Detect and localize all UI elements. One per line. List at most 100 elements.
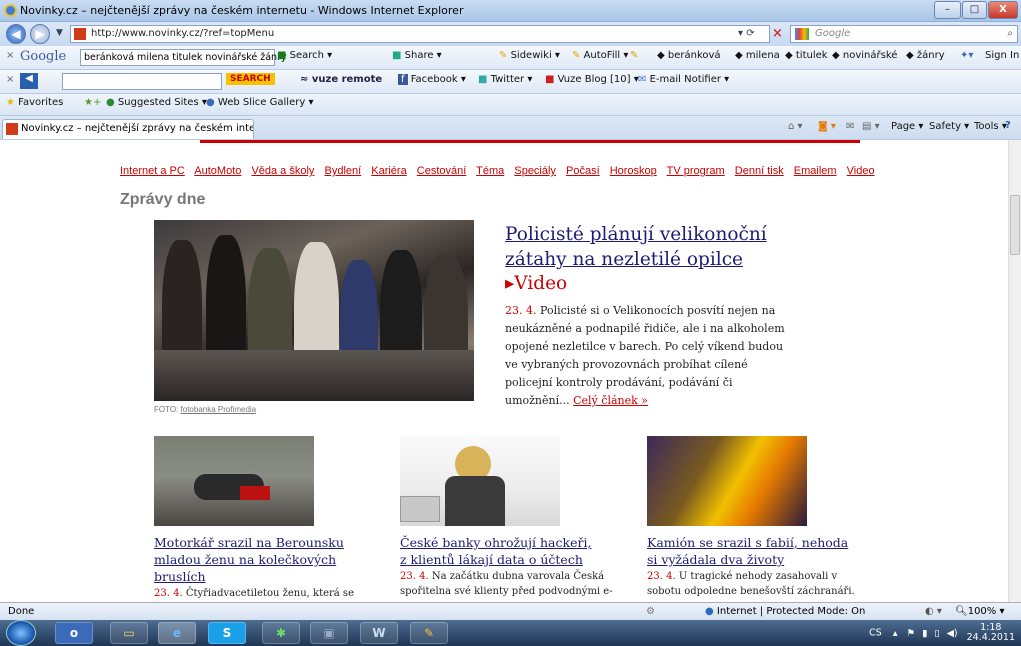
stop-icon[interactable]: × (772, 26, 783, 41)
highlight-term[interactable]: ◆ beránková (657, 50, 721, 61)
vuze-blog-button[interactable]: ■ Vuze Blog [10] ▾ (545, 74, 639, 85)
wrench-icon[interactable]: ✦▾ (960, 50, 973, 61)
nav-link[interactable]: Denní tisk (735, 165, 784, 177)
article-photo[interactable] (400, 436, 560, 526)
network-icon[interactable]: ▮ (922, 628, 927, 639)
clock[interactable]: 1:18 24.4.2011 (967, 623, 1015, 643)
close-toolbar-icon[interactable]: × (6, 74, 14, 85)
home-icon[interactable]: ⌂ ▾ (788, 121, 803, 132)
highlight-term[interactable]: ◆ milena (735, 50, 780, 61)
maximize-button[interactable]: □ (962, 1, 987, 19)
volume-icon[interactable]: ◀) (947, 628, 958, 639)
read-more-link[interactable]: Celý článek » (573, 394, 648, 407)
highlight-term[interactable]: ◆ žánry (906, 50, 945, 61)
flag-icon[interactable]: ⚑ (907, 628, 916, 639)
skype-taskbar-icon[interactable]: S (208, 622, 246, 644)
main-article-photo[interactable] (154, 220, 474, 401)
explorer-taskbar-icon[interactable]: ▭ (110, 622, 148, 644)
twitter-button[interactable]: ■ Twitter ▾ (478, 74, 532, 85)
close-toolbar-icon[interactable]: × (6, 50, 14, 61)
search-box[interactable]: Google ⌕ (790, 25, 1018, 43)
nav-link[interactable]: Počasí (566, 165, 600, 177)
addon-icon[interactable]: ⚙ (646, 606, 655, 617)
history-dropdown-icon[interactable]: ▼ (56, 28, 63, 38)
email-notifier-button[interactable]: ✉ E-mail Notifier ▾ (638, 74, 729, 85)
autofill-icon: ✎ (572, 50, 581, 61)
close-button[interactable]: X (988, 1, 1018, 19)
page-menu[interactable]: Page ▾ (891, 121, 923, 132)
vuze-search-input[interactable] (62, 73, 222, 90)
highlighter-icon[interactable]: ✎ (630, 50, 638, 61)
tray-arrow-icon[interactable]: ▴ (893, 628, 898, 639)
outlook-taskbar-icon[interactable]: o (55, 622, 93, 644)
nav-link[interactable]: Téma (476, 165, 504, 177)
highlight-term[interactable]: ◆ novinářské (832, 50, 897, 61)
nav-link[interactable]: Věda a školy (251, 165, 314, 177)
nav-link[interactable]: Video (847, 165, 875, 177)
address-url: http://www.novinky.cz/?ref=topMenu (91, 28, 275, 39)
word-taskbar-icon[interactable]: W (360, 622, 398, 644)
nav-link[interactable]: Cestování (417, 165, 467, 177)
print-icon[interactable]: ▤ ▾ (862, 121, 880, 132)
facebook-button[interactable]: f Facebook ▾ (398, 74, 466, 85)
sign-in-link[interactable]: Sign In (985, 50, 1019, 61)
web-slice-gallery-button[interactable]: ● Web Slice Gallery ▾ (206, 97, 313, 108)
zoom-control[interactable]: 🔍︎100% ▾ (955, 606, 1005, 617)
search-button-label: Search (289, 50, 324, 61)
nav-link[interactable]: Horoskop (610, 165, 657, 177)
google-query-input[interactable]: beránková milena titulek novinářské žánr… (80, 49, 287, 66)
language-indicator[interactable]: CS (869, 628, 882, 639)
main-article-headline[interactable]: Policisté plánují velikonoční zátahy na … (505, 222, 795, 272)
highlight-term[interactable]: ◆ titulek (785, 50, 828, 61)
power-icon[interactable]: ▯ (934, 628, 939, 639)
autofill-button[interactable]: ✎ AutoFill ▾ (572, 50, 628, 61)
forward-button[interactable]: ▶ (30, 24, 50, 44)
address-bar[interactable]: http://www.novinky.cz/?ref=topMenu (70, 25, 770, 43)
sidewiki-button[interactable]: ✎ Sidewiki ▾ (499, 50, 560, 61)
article-headline[interactable]: Kamión se srazil s fabií, nehoda si vyžá… (647, 534, 862, 568)
system-tray: CS ▴ ⚑ ▮ ▯ ◀) 1:18 24.4.2011 (869, 623, 1015, 643)
main-article-video-link[interactable]: ▸Video (505, 273, 567, 294)
read-mail-icon[interactable]: ✉ (846, 121, 854, 132)
security-zone[interactable]: ● Internet | Protected Mode: On (705, 606, 865, 617)
search-icon[interactable]: ⌕ (1007, 26, 1013, 42)
suggested-sites-button[interactable]: ● Suggested Sites ▾ (106, 97, 207, 108)
caption-prefix: FOTO: (154, 405, 179, 414)
safety-menu[interactable]: Safety ▾ (929, 121, 969, 132)
start-button[interactable] (6, 620, 36, 646)
nav-link[interactable]: TV program (667, 165, 725, 177)
nav-link[interactable]: Internet a PC (120, 165, 185, 177)
minimize-button[interactable]: – (934, 1, 961, 19)
save-taskbar-icon[interactable]: ▣ (310, 622, 348, 644)
nav-link[interactable]: Kariéra (371, 165, 406, 177)
protected-mode-icon[interactable]: ◐ ▾ (925, 606, 942, 617)
paint-taskbar-icon[interactable]: ✎ (410, 622, 448, 644)
article-photo[interactable] (154, 436, 314, 526)
google-brand: Google (20, 49, 67, 64)
internet-explorer-taskbar-icon[interactable]: e (158, 622, 196, 644)
search-button[interactable]: ■ Search ▾ (277, 50, 332, 61)
scrollbar-thumb[interactable] (1010, 195, 1020, 255)
vuze-remote-button[interactable]: ≈ vuze remote (300, 74, 382, 85)
nav-link[interactable]: Bydlení (324, 165, 361, 177)
article-photo[interactable] (647, 436, 807, 526)
vuze-search-button[interactable]: SEARCH (226, 73, 275, 85)
tab-novinky[interactable]: Novinky.cz – nejčtenější zprávy na české… (2, 119, 254, 139)
feeds-icon[interactable]: ◙ ▾ (818, 121, 836, 132)
nav-link[interactable]: Speciály (514, 165, 556, 177)
favorites-button[interactable]: ★ Favorites (6, 97, 63, 108)
back-button[interactable]: ◀ (6, 24, 26, 44)
article-headline[interactable]: České banky ohrožují hackeři, z klientů … (400, 534, 600, 568)
app-taskbar-icon[interactable]: ✱ (262, 622, 300, 644)
caption-source-link[interactable]: fotobanka Profimedia (181, 405, 257, 414)
add-favorite-icon[interactable]: ★+ (84, 97, 101, 108)
nav-link[interactable]: AutoMoto (194, 165, 241, 177)
vertical-scrollbar[interactable] (1008, 140, 1021, 602)
nav-link[interactable]: Emailem (794, 165, 837, 177)
tools-menu[interactable]: Tools ▾ (974, 121, 1007, 132)
article-headline[interactable]: Motorkář srazil na Berounsku mladou ženu… (154, 534, 344, 585)
help-icon[interactable]: ? (1005, 120, 1011, 131)
twitter-label: Twitter (490, 74, 525, 85)
share-button[interactable]: ■ Share ▾ (392, 50, 442, 61)
refresh-icon[interactable]: ▾ ⟳ (738, 28, 755, 39)
